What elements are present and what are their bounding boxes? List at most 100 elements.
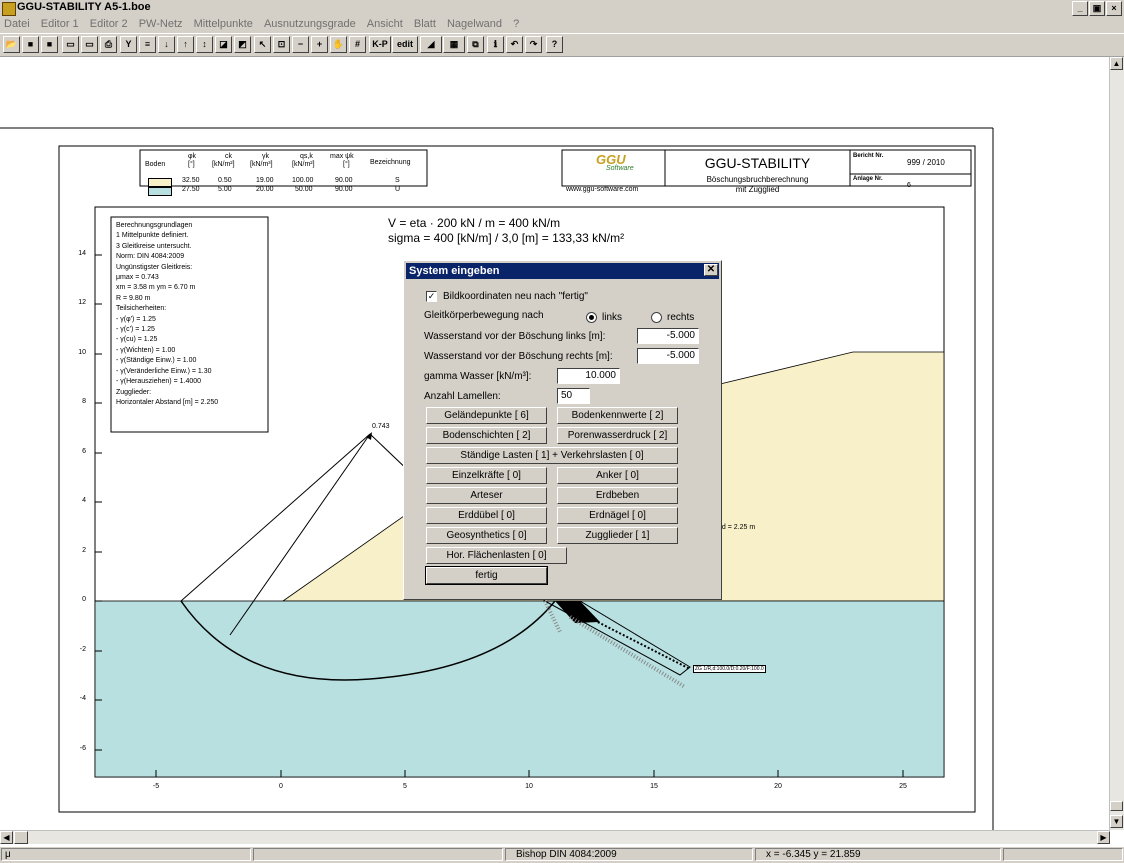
gamma-input[interactable]: 10.000 bbox=[557, 368, 620, 384]
info-line: 3 Gleitkreise untersucht. bbox=[116, 242, 192, 250]
info-line: - γ(c') = 1.25 bbox=[116, 326, 155, 334]
porenwasserdruck-button[interactable]: Porenwasserdruck [ 2] bbox=[557, 427, 678, 444]
bodenkennwerte-button[interactable]: Bodenkennwerte [ 2] bbox=[557, 407, 678, 424]
bodenschichten-button[interactable]: Bodenschichten [ 2] bbox=[426, 427, 547, 444]
hscroll-thumb[interactable] bbox=[14, 831, 28, 844]
legend-col-psi-unit: [°] bbox=[343, 161, 350, 168]
zugglieder-button[interactable]: Zugglieder [ 1] bbox=[557, 527, 678, 544]
menu-blatt[interactable]: Blatt bbox=[410, 17, 440, 30]
slope-icon[interactable]: ◢ bbox=[420, 36, 442, 53]
radio-rechts[interactable] bbox=[651, 312, 662, 323]
menu-nagelwand[interactable]: Nagelwand bbox=[443, 17, 506, 30]
legend-s-phi: 32.50 bbox=[182, 177, 200, 184]
status-empty bbox=[253, 848, 503, 861]
undo-icon[interactable]: ↶ bbox=[506, 36, 523, 53]
close-button[interactable]: × bbox=[1106, 1, 1122, 16]
copy-icon[interactable]: ⧉ bbox=[467, 36, 484, 53]
print-icon[interactable]: ⎙ bbox=[100, 36, 117, 53]
arteser-button[interactable]: Arteser bbox=[426, 487, 547, 504]
ws-links-input[interactable]: -5.000 bbox=[637, 328, 699, 344]
title-bar: GGU-STABILITY A5-1.boe _ ▣ × bbox=[0, 0, 1124, 18]
list-icon[interactable]: ≡ bbox=[139, 36, 156, 53]
ws-links-label: Wasserstand vor der Böschung links [m]: bbox=[424, 331, 606, 342]
open-folder-icon[interactable]: 📂 bbox=[3, 36, 20, 53]
anker-button[interactable]: Anker [ 0] bbox=[557, 467, 678, 484]
save-file-icon[interactable]: ▭ bbox=[81, 36, 98, 53]
scroll-thumb[interactable] bbox=[1110, 801, 1123, 811]
menu-ansicht[interactable]: Ansicht bbox=[363, 17, 407, 30]
pointer-icon[interactable]: ↖ bbox=[254, 36, 271, 53]
save-as-icon[interactable]: ■ bbox=[41, 36, 58, 53]
grid-icon[interactable]: # bbox=[349, 36, 366, 53]
lamellen-input[interactable]: 50 bbox=[557, 388, 590, 404]
zoom-window-icon[interactable]: ⊡ bbox=[273, 36, 290, 53]
legend-col-gamma: γk bbox=[262, 153, 269, 160]
legend-col-bez: Bezeichnung bbox=[370, 159, 411, 166]
ws-rechts-input[interactable]: -5.000 bbox=[637, 348, 699, 364]
menu-ausnutzungsgrade[interactable]: Ausnutzungsgrade bbox=[260, 17, 360, 30]
arrow-up-icon[interactable]: ↑ bbox=[177, 36, 194, 53]
zoom-in-icon[interactable]: + bbox=[311, 36, 328, 53]
vertical-scrollbar[interactable]: ▲ ▼ bbox=[1109, 57, 1124, 830]
fertig-button[interactable]: fertig bbox=[425, 566, 548, 585]
y-tick-label: 10 bbox=[78, 349, 86, 356]
arrow-updown-icon[interactable]: ↕ bbox=[196, 36, 213, 53]
legend-col-c: ck bbox=[225, 153, 232, 160]
info-line: Teilsicherheiten: bbox=[116, 305, 167, 313]
bildkoordinaten-checkbox[interactable]: ✓ bbox=[426, 291, 437, 302]
kp-button[interactable]: K-P bbox=[369, 36, 391, 53]
menu-editor1[interactable]: Editor 1 bbox=[37, 17, 83, 30]
soil-layer-u bbox=[94, 600, 945, 778]
info-line: - γ(cu) = 1.25 bbox=[116, 336, 158, 344]
info-icon[interactable]: ℹ bbox=[487, 36, 504, 53]
geosynthetics-button[interactable]: Geosynthetics [ 0] bbox=[426, 527, 547, 544]
hor-flaechenlasten-button[interactable]: Hor. Flächenlasten [ 0] bbox=[426, 547, 567, 564]
move-icon[interactable]: ◪ bbox=[215, 36, 232, 53]
erdbeben-button[interactable]: Erdbeben bbox=[557, 487, 678, 504]
einzelkraefte-button[interactable]: Einzelkräfte [ 0] bbox=[426, 467, 547, 484]
window-controls: _ ▣ × bbox=[1072, 1, 1122, 16]
menu-help[interactable]: ? bbox=[509, 17, 523, 30]
gelaendepunkte-button[interactable]: Geländepunkte [ 6] bbox=[426, 407, 547, 424]
save-icon[interactable]: ■ bbox=[22, 36, 39, 53]
legend-s-gamma: 19.00 bbox=[256, 177, 274, 184]
zoom-out-icon[interactable]: − bbox=[292, 36, 309, 53]
scroll-down-icon[interactable]: ▼ bbox=[1110, 815, 1123, 828]
radio-links[interactable] bbox=[586, 312, 597, 323]
edit-shape-icon[interactable]: ◩ bbox=[234, 36, 251, 53]
legend-u-phi: 27.50 bbox=[182, 186, 200, 193]
horizontal-scrollbar[interactable]: ◀ ▶ bbox=[0, 830, 1110, 844]
redo-icon[interactable]: ↷ bbox=[525, 36, 542, 53]
y-tick-label: 14 bbox=[78, 250, 86, 257]
pan-icon[interactable]: ✋ bbox=[330, 36, 347, 53]
dialog-close-button[interactable]: ✕ bbox=[704, 264, 718, 276]
menu-datei[interactable]: Datei bbox=[0, 17, 34, 30]
menu-editor2[interactable]: Editor 2 bbox=[86, 17, 132, 30]
menu-pw-netz[interactable]: PW-Netz bbox=[135, 17, 187, 30]
edit-button[interactable]: edit bbox=[392, 36, 418, 53]
x-tick-label: -5 bbox=[152, 783, 160, 790]
scroll-up-icon[interactable]: ▲ bbox=[1110, 57, 1123, 70]
scroll-right-icon[interactable]: ▶ bbox=[1097, 831, 1110, 844]
help-button[interactable]: ? bbox=[546, 36, 563, 53]
restore-button[interactable]: ▣ bbox=[1089, 1, 1105, 16]
formula-line-2: sigma = 400 [kN/m] / 3,0 [m] = 133,33 kN… bbox=[388, 231, 625, 245]
minimize-button[interactable]: _ bbox=[1072, 1, 1088, 16]
arrow-down-icon[interactable]: ↓ bbox=[158, 36, 175, 53]
anlage-value: 6 bbox=[907, 182, 911, 189]
erdnaegel-button[interactable]: Erdnägel [ 0] bbox=[557, 507, 678, 524]
menu-mittelpunkte[interactable]: Mittelpunkte bbox=[190, 17, 257, 30]
scroll-left-icon[interactable]: ◀ bbox=[0, 831, 13, 844]
filter-icon[interactable]: Y bbox=[120, 36, 137, 53]
app-icon bbox=[2, 2, 16, 16]
legend-col-gamma-unit: [kN/m³] bbox=[250, 161, 273, 168]
y-tick-label: 2 bbox=[82, 547, 86, 554]
open-file-icon[interactable]: ▭ bbox=[62, 36, 79, 53]
erdduebel-button[interactable]: Erddübel [ 0] bbox=[426, 507, 547, 524]
table-icon[interactable]: ▦ bbox=[443, 36, 465, 53]
x-tick-label: 0 bbox=[279, 783, 283, 790]
y-tick-label: -4 bbox=[79, 695, 86, 702]
lasten-button[interactable]: Ständige Lasten [ 1] + Verkehrslasten [ … bbox=[426, 447, 678, 464]
legend-s-c: 0.50 bbox=[218, 177, 232, 184]
subtitle1-label: Böschungsbruchberechnung bbox=[706, 175, 809, 184]
